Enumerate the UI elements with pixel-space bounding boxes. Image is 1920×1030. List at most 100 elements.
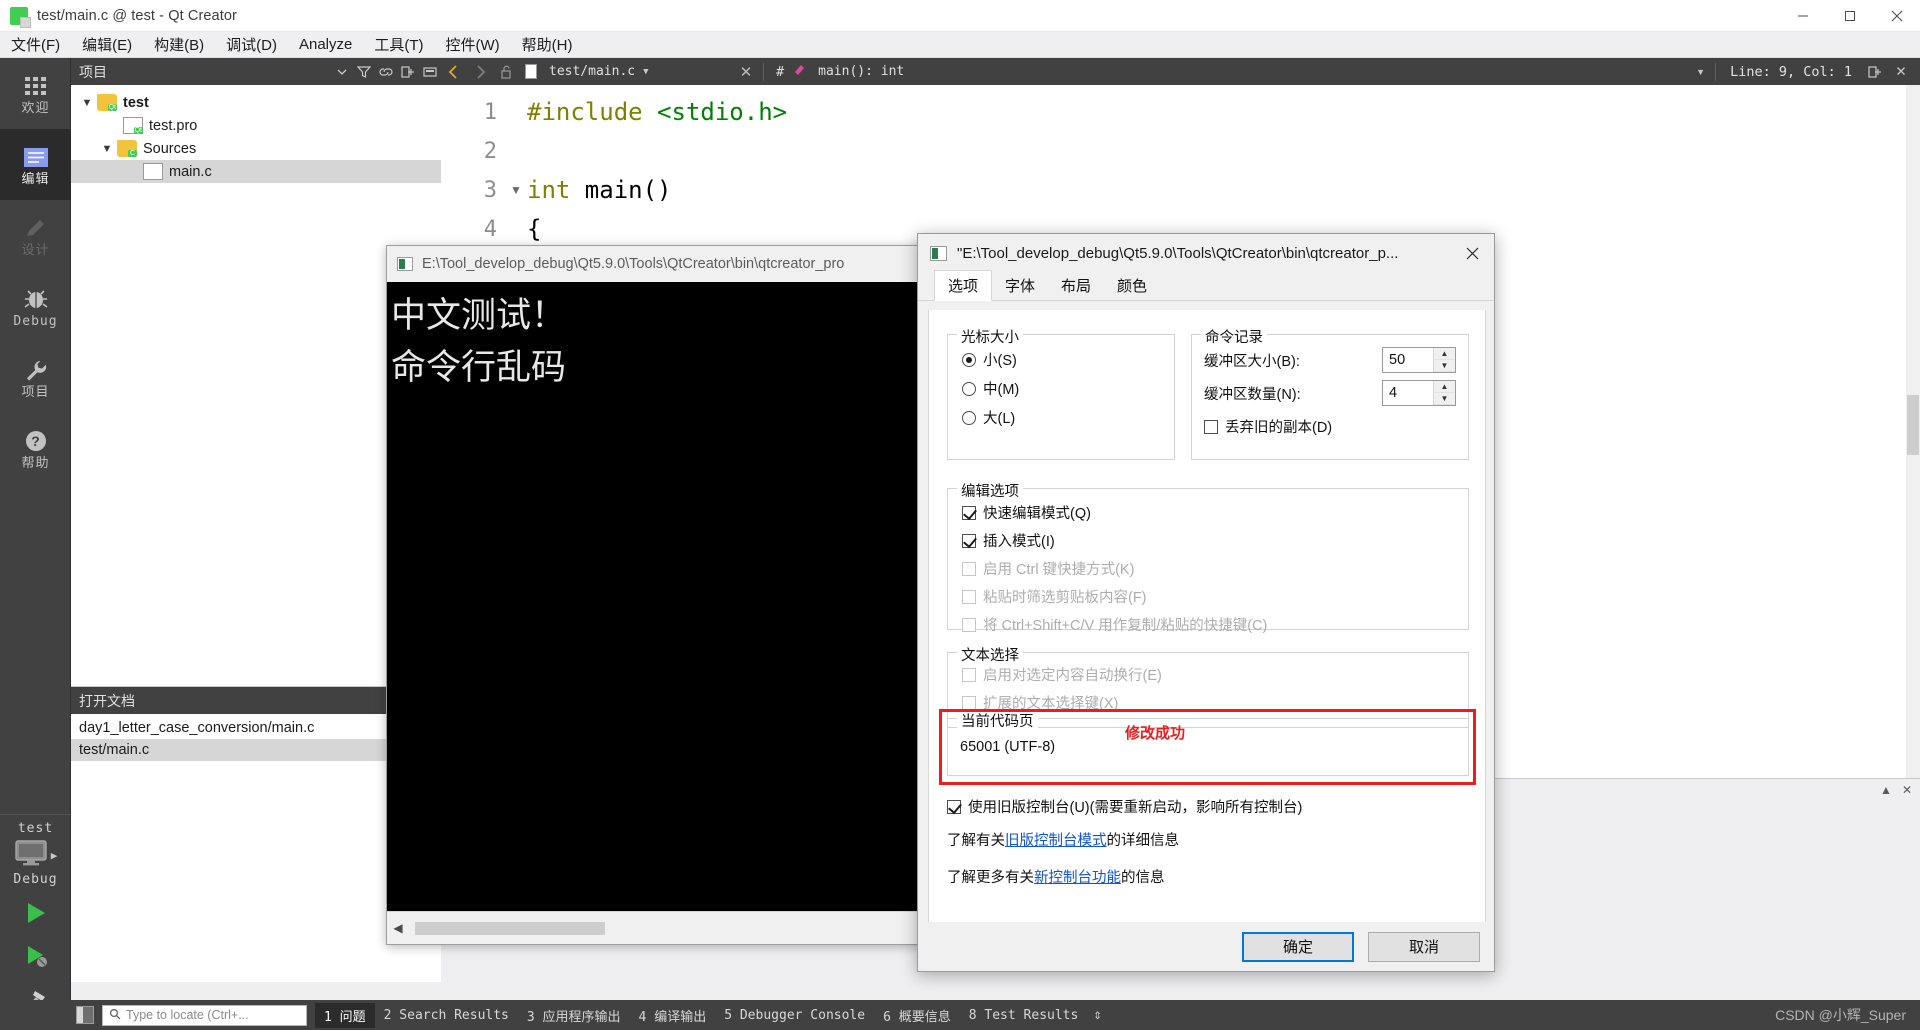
menu-analyze[interactable]: Analyze bbox=[288, 33, 363, 57]
menu-widgets[interactable]: 控件(W) bbox=[435, 31, 511, 59]
sidebar-item-projects[interactable]: 项目 bbox=[0, 342, 71, 413]
buffer-count-input[interactable] bbox=[1383, 381, 1433, 405]
chevron-down-icon[interactable]: ▼ bbox=[77, 97, 97, 109]
radio-cursor-large[interactable]: 大(L) bbox=[962, 407, 1174, 428]
stepper-up-icon[interactable]: ▲ bbox=[1434, 381, 1455, 393]
stepper-down-icon[interactable]: ▼ bbox=[1434, 360, 1455, 372]
checkbox-discard-duplicates[interactable]: 丢弃旧的副本(D) bbox=[1204, 416, 1456, 437]
scrollbar-thumb[interactable] bbox=[415, 921, 605, 935]
link-new-console-features[interactable]: 新控制台功能 bbox=[1034, 870, 1121, 886]
tab-options[interactable]: 选项 bbox=[934, 270, 993, 301]
tab-colors[interactable]: 颜色 bbox=[1104, 271, 1161, 300]
minimize-icon[interactable] bbox=[1779, 0, 1826, 32]
editor-symbol-combo[interactable]: main(): int bbox=[812, 61, 908, 82]
output-tab-search-results[interactable]: 2 Search Results bbox=[375, 1005, 518, 1026]
tree-row-main-c[interactable]: ▼ main.c bbox=[71, 160, 441, 183]
output-tab-general-messages[interactable]: 6 概要信息 bbox=[874, 1003, 960, 1028]
chevron-down-icon[interactable]: ▼ bbox=[97, 143, 117, 155]
search-input[interactable]: Type to locate (Ctrl+... bbox=[102, 1004, 307, 1026]
radio-cursor-small[interactable]: 小(S) bbox=[962, 349, 1174, 370]
link-icon[interactable] bbox=[375, 61, 397, 83]
menu-tools[interactable]: 工具(T) bbox=[363, 31, 434, 59]
debug-triangle-icon[interactable] bbox=[23, 944, 49, 973]
radio-cursor-medium[interactable]: 中(M) bbox=[962, 378, 1174, 399]
stepper-arrows[interactable]: ▲ ▼ bbox=[1433, 381, 1455, 405]
output-tab-debugger-console[interactable]: 5 Debugger Console bbox=[715, 1005, 874, 1026]
tree-row-sources[interactable]: ▼ Sources bbox=[71, 137, 441, 160]
checkbox-quick-edit-mode[interactable]: 快速编辑模式(Q) bbox=[962, 502, 1468, 523]
close-icon[interactable]: ✕ bbox=[733, 63, 759, 81]
line-number: 3 bbox=[483, 178, 497, 203]
run-triangle-icon[interactable] bbox=[23, 901, 49, 930]
checkbox-label: 使用旧版控制台(U)(需要重新启动，影响所有控制台) bbox=[968, 800, 1303, 816]
kit-selector[interactable]: test ▶ Debug bbox=[0, 821, 71, 887]
buffer-size-input[interactable] bbox=[1383, 348, 1433, 372]
menu-file[interactable]: 文件(F) bbox=[0, 31, 71, 59]
back-arrow-icon[interactable] bbox=[441, 64, 467, 79]
edit-options-group: 编辑选项 快速编辑模式(Q) 插入模式(I) 启用 Ctrl 键快捷方式(K) bbox=[947, 480, 1469, 634]
maximize-icon[interactable] bbox=[1826, 0, 1873, 32]
minimize-pane-icon[interactable] bbox=[419, 61, 441, 83]
forward-arrow-icon[interactable] bbox=[467, 64, 493, 79]
output-tab-test-results[interactable]: 8 Test Results bbox=[960, 1005, 1088, 1026]
tree-row-test[interactable]: ▼ test bbox=[71, 91, 441, 114]
scrollbar-track[interactable] bbox=[409, 912, 965, 944]
sidebar-label-welcome: 欢迎 bbox=[21, 101, 50, 116]
console-window[interactable]: E:\Tool_develop_debug\Qt5.9.0\Tools\QtCr… bbox=[386, 245, 988, 945]
cancel-button[interactable]: 取消 bbox=[1368, 931, 1480, 962]
chevron-down-icon[interactable]: ▼ bbox=[505, 171, 527, 210]
editor-vertical-scrollbar[interactable] bbox=[1906, 85, 1920, 778]
tree-row-test-pro[interactable]: ▼ test.pro bbox=[71, 114, 441, 137]
editor-file-combo[interactable]: test/main.c ▼ bbox=[543, 61, 733, 82]
sidebar-item-welcome[interactable]: 欢迎 bbox=[0, 58, 71, 129]
close-icon[interactable] bbox=[1450, 234, 1494, 273]
up-down-arrows-icon[interactable]: ⇕ bbox=[1093, 1007, 1101, 1023]
close-icon[interactable]: ✕ bbox=[1902, 783, 1912, 797]
buffer-size-stepper[interactable]: ▲ ▼ bbox=[1382, 347, 1456, 373]
split-editor-icon[interactable] bbox=[1862, 65, 1888, 79]
tab-layout[interactable]: 布局 bbox=[1048, 271, 1105, 300]
filter-icon[interactable] bbox=[353, 61, 375, 83]
tab-font[interactable]: 字体 bbox=[992, 271, 1049, 300]
console-horizontal-scrollbar[interactable]: ◀ ▶ bbox=[387, 911, 987, 944]
scrollbar-thumb[interactable] bbox=[1907, 395, 1919, 455]
checkbox-insert-mode[interactable]: 插入模式(I) bbox=[962, 530, 1468, 551]
menu-build[interactable]: 构建(B) bbox=[143, 31, 215, 59]
output-tab-compile-output[interactable]: 4 编译输出 bbox=[630, 1003, 716, 1028]
ok-button[interactable]: 确定 bbox=[1242, 931, 1354, 962]
sidebar-item-help[interactable]: ? 帮助 bbox=[0, 413, 71, 484]
console-properties-dialog[interactable]: "E:\Tool_develop_debug\Qt5.9.0\Tools\QtC… bbox=[917, 233, 1495, 972]
close-editor-icon[interactable]: ✕ bbox=[1888, 64, 1914, 80]
split-icon[interactable] bbox=[397, 61, 419, 83]
output-tab-issues[interactable]: 1 问题 bbox=[315, 1002, 375, 1028]
stepper-arrows[interactable]: ▲ ▼ bbox=[1433, 348, 1455, 372]
cursor-size-group: 光标大小 小(S) 中(M) 大(L) bbox=[947, 326, 1175, 460]
chevron-down-icon[interactable] bbox=[331, 61, 353, 83]
new-console-help-line: 了解更多有关新控制台功能的信息 bbox=[947, 866, 1469, 887]
grid-icon bbox=[24, 72, 47, 100]
sidebar-item-debug[interactable]: Debug bbox=[0, 271, 71, 342]
menu-help[interactable]: 帮助(H) bbox=[511, 31, 584, 59]
menu-debug[interactable]: 调试(D) bbox=[215, 31, 288, 59]
sidebar-item-edit[interactable]: 编辑 bbox=[0, 129, 71, 200]
output-tab-application-output[interactable]: 3 应用程序输出 bbox=[518, 1003, 630, 1028]
kit-expand-arrow-icon[interactable]: ▶ bbox=[51, 849, 58, 862]
menu-edit[interactable]: 编辑(E) bbox=[71, 31, 143, 59]
chevron-left-icon[interactable]: ◀ bbox=[387, 913, 409, 944]
stepper-up-icon[interactable]: ▲ bbox=[1434, 348, 1455, 360]
close-icon[interactable] bbox=[1873, 0, 1920, 32]
chevron-down-icon[interactable]: ▼ bbox=[1696, 67, 1705, 77]
edit-options-legend: 编辑选项 bbox=[957, 480, 1023, 501]
checkbox-use-legacy-console[interactable]: 使用旧版控制台(U)(需要重新启动，影响所有控制台) bbox=[947, 796, 1469, 817]
toggle-sidebar-icon[interactable] bbox=[76, 1006, 94, 1024]
unlocked-icon[interactable] bbox=[493, 65, 519, 79]
window-title: test/main.c @ test - Qt Creator bbox=[37, 7, 237, 24]
buffer-count-stepper[interactable]: ▲ ▼ bbox=[1382, 380, 1456, 406]
stepper-down-icon[interactable]: ▼ bbox=[1434, 393, 1455, 405]
link-legacy-console-mode[interactable]: 旧版控制台模式 bbox=[1005, 833, 1107, 849]
chevron-up-icon[interactable]: ▲ bbox=[1880, 783, 1892, 797]
line-number: 1 bbox=[483, 100, 497, 125]
checkbox-indicator bbox=[962, 617, 976, 632]
checkbox-indicator bbox=[947, 799, 961, 814]
dialog-footer: 确定 取消 bbox=[918, 922, 1494, 971]
